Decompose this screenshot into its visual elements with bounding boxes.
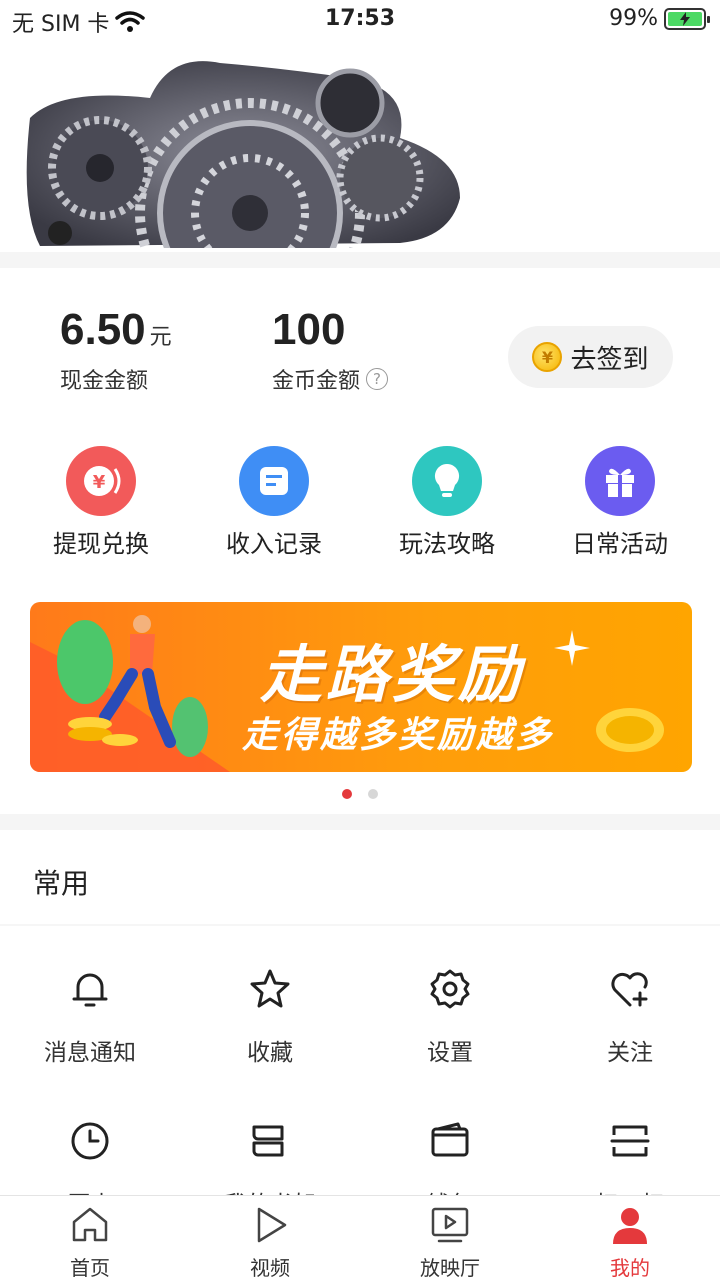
gear-icon bbox=[430, 969, 470, 1009]
coin-balance[interactable]: 100 金币金额 ? bbox=[272, 305, 389, 395]
cash-unit: 元 bbox=[149, 325, 172, 350]
home-icon bbox=[72, 1207, 108, 1242]
battery-percent: 99% bbox=[609, 6, 658, 31]
quick-label-income: 收入记录 bbox=[226, 530, 322, 558]
banner-runner-illustration bbox=[30, 615, 230, 772]
tab-label-video: 视频 bbox=[250, 1256, 290, 1280]
grid-label: 收藏 bbox=[247, 1040, 293, 1066]
quick-income-record[interactable]: 收入记录 bbox=[184, 446, 364, 559]
cash-label: 现金金额 bbox=[60, 369, 149, 394]
gift-icon bbox=[585, 446, 655, 516]
heart-plus-icon bbox=[611, 972, 648, 1007]
coin-icon: ¥ bbox=[532, 342, 563, 372]
tab-label-screening: 放映厅 bbox=[420, 1256, 480, 1280]
cash-balance[interactable]: 6.50 元 现金金额 bbox=[60, 305, 172, 395]
grid-item-settings[interactable]: 设置 bbox=[360, 967, 540, 1067]
grid-label: 消息通知 bbox=[44, 1040, 136, 1066]
quick-daily-activity[interactable]: 日常活动 bbox=[530, 446, 710, 559]
header-divider bbox=[0, 252, 720, 268]
tab-mine[interactable]: 我的 bbox=[540, 1204, 720, 1280]
banner-pagination bbox=[0, 789, 720, 799]
help-icon[interactable]: ? bbox=[366, 368, 389, 390]
quick-label-withdraw: 提现兑换 bbox=[53, 530, 149, 558]
star-icon bbox=[250, 969, 290, 1008]
status-bar: 无 SIM 卡 17:53 99% bbox=[0, 0, 720, 40]
grid-item-favorites[interactable]: 收藏 bbox=[180, 967, 360, 1067]
battery-status: 99% bbox=[609, 6, 710, 31]
tab-label-mine: 我的 bbox=[610, 1256, 650, 1280]
wallet-icon bbox=[431, 1122, 469, 1157]
record-icon bbox=[239, 446, 309, 516]
svg-text:¥: ¥ bbox=[93, 472, 106, 493]
banner-subtitle: 走得越多奖励越多 bbox=[242, 715, 555, 756]
header-gear-image bbox=[26, 61, 461, 248]
banner-title: 走路奖励 bbox=[260, 638, 525, 711]
quick-label-activity: 日常活动 bbox=[572, 530, 668, 558]
common-section-title: 常用 bbox=[33, 867, 90, 900]
banner-dot[interactable] bbox=[368, 789, 378, 799]
signin-label: 去签到 bbox=[570, 344, 649, 375]
yen-coin-icon: ¥ bbox=[66, 446, 136, 516]
screen-icon bbox=[431, 1207, 469, 1243]
banner-dot[interactable] bbox=[342, 789, 352, 799]
charging-bolt-icon bbox=[680, 11, 690, 26]
quick-label-guide: 玩法攻略 bbox=[399, 530, 495, 558]
grid-label: 设置 bbox=[427, 1040, 473, 1066]
grid-item-follow[interactable]: 关注 bbox=[540, 967, 720, 1067]
battery-icon bbox=[664, 7, 710, 30]
grid-label: 关注 bbox=[607, 1040, 653, 1066]
coin-value: 100 bbox=[272, 305, 346, 354]
play-icon bbox=[257, 1207, 287, 1243]
bottom-tab-bar: 首页 视频 放映厅 我的 bbox=[0, 1195, 720, 1280]
tab-home[interactable]: 首页 bbox=[0, 1204, 180, 1280]
coin-label: 金币金额 bbox=[272, 369, 361, 394]
tab-video[interactable]: 视频 bbox=[180, 1204, 360, 1280]
person-icon bbox=[613, 1208, 647, 1244]
clock-icon bbox=[71, 1122, 109, 1160]
bell-icon bbox=[72, 973, 108, 1007]
walk-reward-banner[interactable]: 走路奖励 走得越多奖励越多 bbox=[30, 602, 692, 772]
banner-coin-icon bbox=[596, 708, 664, 752]
section-divider bbox=[0, 814, 720, 830]
section-line bbox=[0, 924, 720, 926]
bookshelf-icon bbox=[252, 1125, 284, 1157]
sparkle-icon bbox=[554, 630, 590, 666]
battery-fill bbox=[668, 11, 702, 26]
scan-icon bbox=[610, 1125, 650, 1157]
lightbulb-icon bbox=[412, 446, 482, 516]
quick-withdraw[interactable]: ¥ 提现兑换 bbox=[11, 446, 191, 559]
signin-button[interactable]: ¥ 去签到 bbox=[508, 326, 673, 388]
cash-value: 6.50 bbox=[60, 305, 146, 354]
tab-screening-hall[interactable]: 放映厅 bbox=[360, 1204, 540, 1280]
quick-guide[interactable]: 玩法攻略 bbox=[357, 446, 537, 559]
tab-label-home: 首页 bbox=[70, 1256, 110, 1280]
grid-item-notifications[interactable]: 消息通知 bbox=[0, 967, 180, 1067]
